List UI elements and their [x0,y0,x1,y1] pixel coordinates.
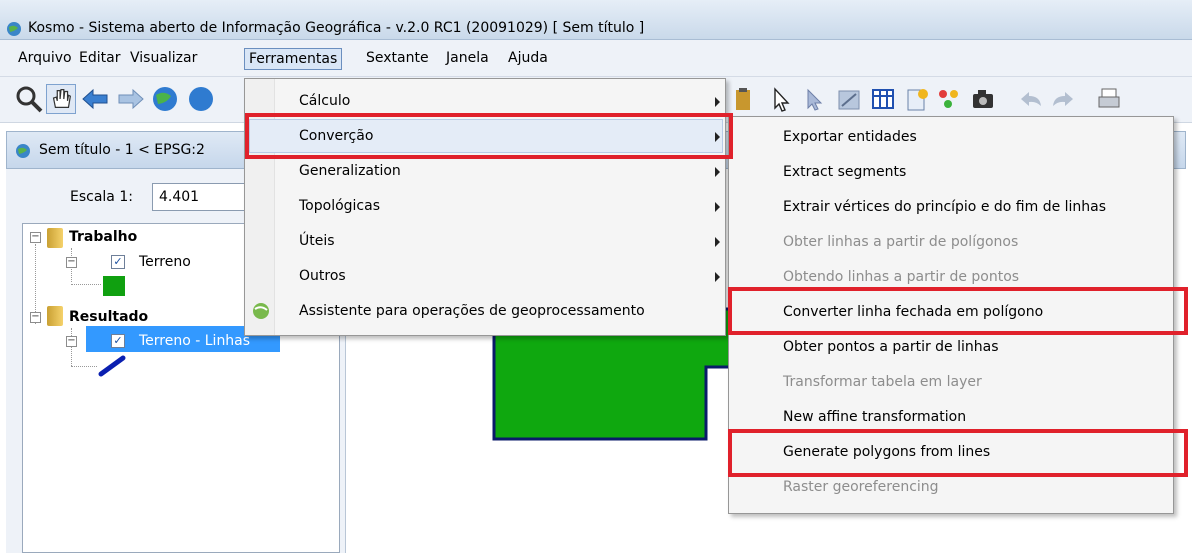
submenu-arrow-icon [715,272,720,282]
menu-editar[interactable]: Editar [75,48,124,70]
legend-icon[interactable] [934,84,964,114]
menu-item-assistente[interactable]: Assistente para operações de geoprocessa… [299,303,645,319]
folder-icon [47,306,63,326]
highlight-box-generate-polygons [728,429,1188,477]
submenu-arrow-icon [715,237,720,247]
menu-item-calculo[interactable]: Cálculo [299,93,350,109]
menu-item-generalization[interactable]: Generalization [299,163,401,179]
edit-icon[interactable] [834,84,864,114]
pan-hand-icon[interactable] [46,84,76,114]
camera-icon[interactable] [968,84,998,114]
properties-icon[interactable] [902,84,932,114]
submenu-item-affine-transformation[interactable]: New affine transformation [783,409,966,425]
clipboard-icon[interactable] [728,84,758,114]
menu-ferramentas[interactable]: Ferramentas [244,48,343,70]
map-window-title: Sem título - 1 < EPSG:2 [39,142,205,158]
layer-visibility-checkbox[interactable]: ✓ [111,255,125,269]
layer-visibility-checkbox[interactable]: ✓ [111,334,125,348]
menu-bar: Arquivo Editar Visualizar Ferramentas Se… [0,40,1192,77]
print-icon[interactable] [1094,84,1124,114]
select-pointer-icon[interactable] [766,84,796,114]
window-title: Kosmo - Sistema aberto de Informação Geo… [28,20,645,36]
submenu-item-obter-pontos-linhas[interactable]: Obter pontos a partir de linhas [783,339,999,355]
submenu-arrow-icon [715,167,720,177]
kosmo-globe-icon [16,144,30,158]
globe-icon[interactable] [186,84,216,114]
globe-icon [253,303,269,319]
arrow-right-icon[interactable] [116,84,146,114]
table-icon[interactable] [868,84,898,114]
highlight-box-convercao [245,113,733,159]
layer-group-trabalho[interactable]: Trabalho [69,229,137,245]
kosmo-globe-icon [7,22,21,36]
layer-symbol-line [98,355,126,377]
submenu-item-extract-segments[interactable]: Extract segments [783,164,906,180]
layer-symbol-polygon [103,276,125,296]
submenu-item-obtendo-linhas-pontos: Obtendo linhas a partir de pontos [783,269,1020,285]
zoom-icon[interactable] [14,84,44,114]
layer-group-resultado[interactable]: Resultado [69,309,148,325]
highlight-box-converter-linha [728,287,1188,335]
collapse-toggle[interactable]: − [66,257,77,268]
submenu-item-raster-georeferencing: Raster georeferencing [783,479,939,495]
menu-item-topologicas[interactable]: Topológicas [299,198,380,214]
arrow-left-icon[interactable] [80,84,110,114]
layer-terreno[interactable]: Terreno [139,254,191,270]
menu-item-uteis[interactable]: Úteis [299,233,335,249]
submenu-arrow-icon [715,202,720,212]
menu-sextante[interactable]: Sextante [362,48,433,70]
menu-item-outros[interactable]: Outros [299,268,346,284]
collapse-toggle[interactable]: − [66,336,77,347]
submenu-item-exportar-entidades[interactable]: Exportar entidades [783,129,917,145]
layer-terreno-linhas[interactable]: Terreno - Linhas [139,333,250,349]
menu-janela[interactable]: Janela [442,48,493,70]
menu-visualizar[interactable]: Visualizar [126,48,201,70]
scale-label: Escala 1: [70,189,133,205]
collapse-toggle[interactable]: − [30,232,41,243]
submenu-item-obter-linhas-poligonos: Obter linhas a partir de polígonos [783,234,1019,250]
globe-icon[interactable] [150,84,180,114]
collapse-toggle[interactable]: − [30,312,41,323]
undo-icon[interactable] [1016,84,1046,114]
redo-icon[interactable] [1048,84,1078,114]
submenu-arrow-icon [715,97,720,107]
submenu-item-extrair-vertices[interactable]: Extrair vértices do princípio e do fim d… [783,199,1106,215]
menu-ajuda[interactable]: Ajuda [504,48,552,70]
select-features-icon[interactable] [800,84,830,114]
menu-arquivo[interactable]: Arquivo [14,48,76,70]
folder-icon [47,228,63,248]
title-bar: Kosmo - Sistema aberto de Informação Geo… [0,0,1192,40]
submenu-item-transformar-tabela: Transformar tabela em layer [783,374,982,390]
